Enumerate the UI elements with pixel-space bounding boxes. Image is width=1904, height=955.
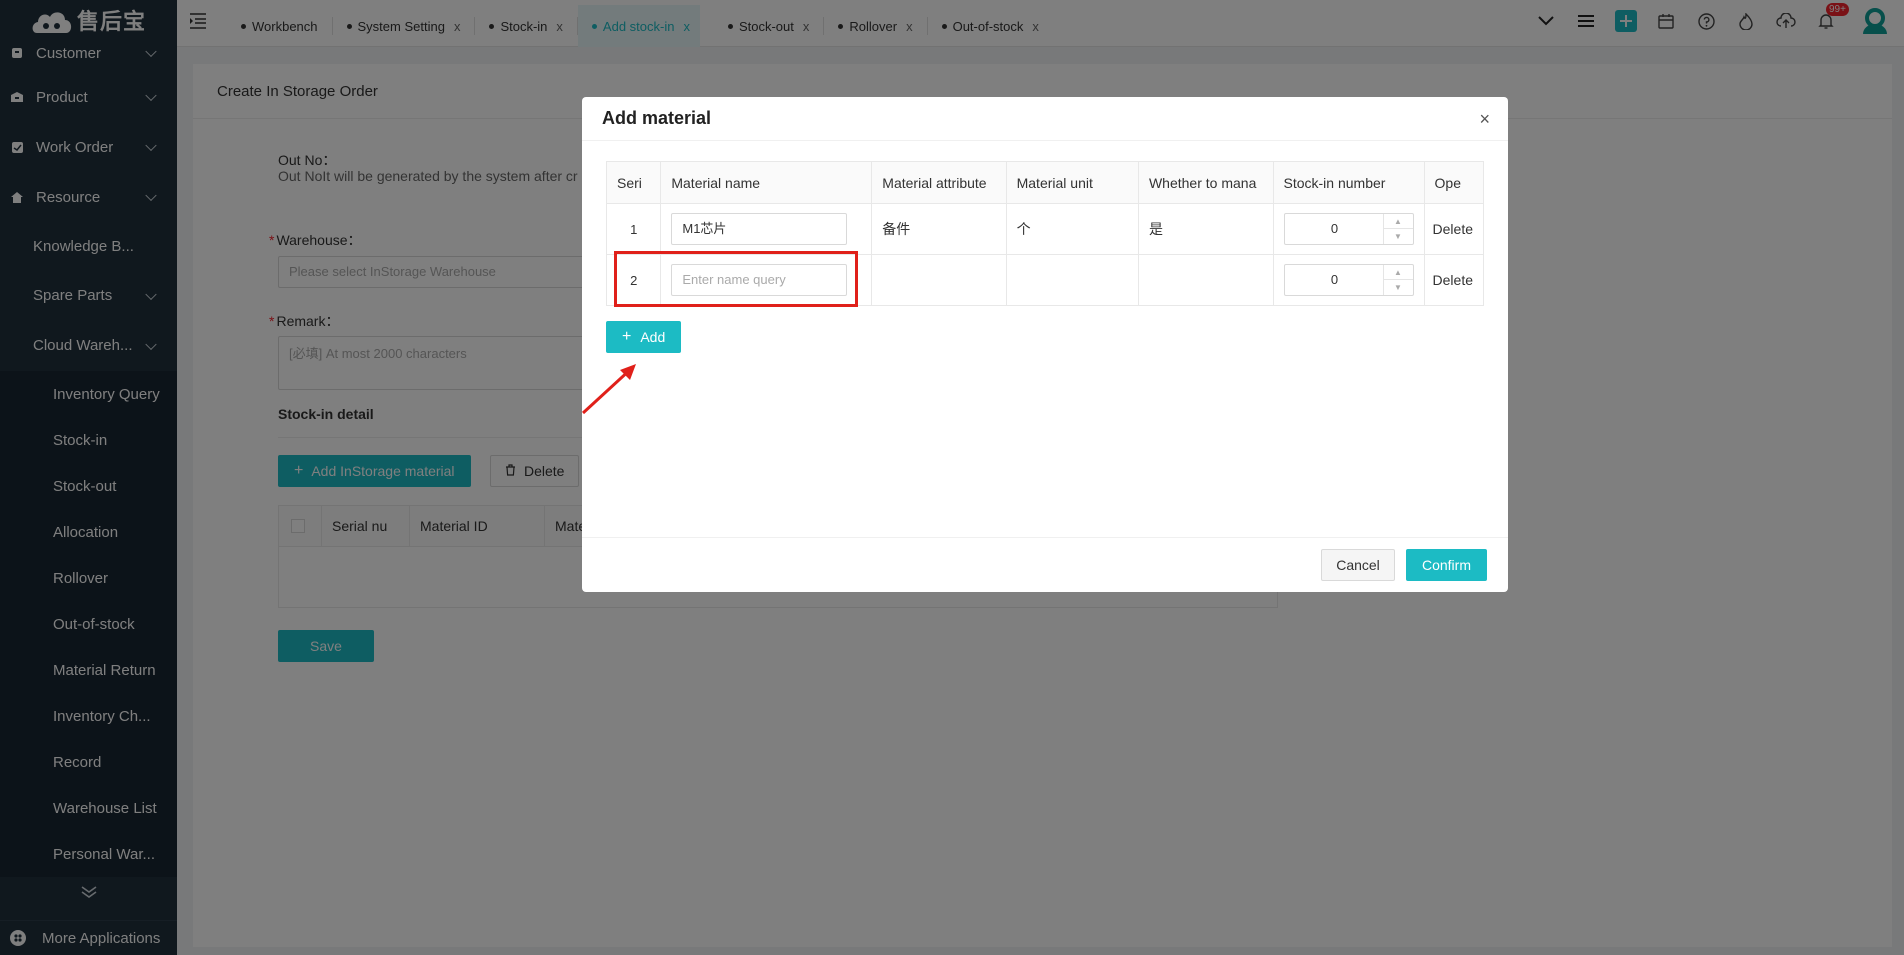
dialog-footer: Cancel Confirm — [582, 537, 1508, 592]
material-name-input[interactable]: M1芯片 — [671, 213, 848, 245]
annotation-highlight-box — [614, 251, 858, 307]
row-qty-cell: 0 ▲ ▼ — [1272, 203, 1425, 255]
row-attribute: 备件 — [871, 203, 1007, 255]
row-name-cell: M1芯片 — [660, 203, 873, 255]
row-managed — [1137, 254, 1274, 306]
row-unit: 个 — [1005, 203, 1139, 255]
chevron-up-icon[interactable]: ▲ — [1383, 214, 1413, 229]
chevron-down-icon[interactable]: ▼ — [1384, 280, 1413, 295]
col-material-unit: Material unit — [1005, 161, 1139, 204]
col-managed: Whether to mana — [1137, 161, 1274, 204]
quantity-stepper[interactable]: 0 ▲ ▼ — [1283, 264, 1414, 296]
dialog-title: Add material — [602, 108, 712, 128]
row-delete-link[interactable]: Delete — [1423, 203, 1485, 255]
stepper-arrows: ▲ ▼ — [1382, 265, 1413, 295]
annotation-arrow-icon — [581, 364, 636, 415]
table-header-row: Seri Material name Material attribute Ma… — [605, 161, 1485, 204]
add-row-button[interactable]: + Add — [606, 321, 682, 353]
stepper-arrows: ▲ ▼ — [1382, 214, 1413, 244]
quantity-stepper[interactable]: 0 ▲ ▼ — [1283, 213, 1414, 245]
confirm-label: Confirm — [1421, 557, 1471, 573]
col-material-attribute: Material attribute — [871, 161, 1007, 204]
add-material-dialog: Add material × Seri Material name Materi… — [582, 97, 1508, 592]
row-qty-cell: 0 ▲ ▼ — [1272, 254, 1425, 306]
row-managed: 是 — [1137, 203, 1274, 255]
col-stock-in-number: Stock-in number — [1272, 161, 1425, 204]
col-material-name: Material name — [660, 161, 873, 204]
row-delete-link[interactable]: Delete — [1423, 254, 1485, 306]
cancel-button[interactable]: Cancel — [1321, 549, 1395, 581]
table-row: 1 M1芯片 备件 个 是 0 ▲ ▼ Delete — [605, 203, 1485, 255]
add-row-label: Add — [640, 329, 666, 345]
dialog-header: Add material × — [582, 97, 1508, 141]
col-operation: Ope — [1423, 161, 1485, 204]
quantity-value[interactable]: 0 — [1285, 214, 1385, 244]
row-attribute — [871, 254, 1007, 306]
chevron-down-icon[interactable]: ▼ — [1384, 229, 1413, 244]
cancel-label: Cancel — [1336, 557, 1380, 573]
row-serial: 1 — [605, 203, 662, 255]
chevron-up-icon[interactable]: ▲ — [1383, 265, 1413, 280]
col-serial: Seri — [605, 161, 662, 204]
close-icon[interactable]: × — [1479, 109, 1490, 130]
quantity-value[interactable]: 0 — [1285, 265, 1385, 295]
confirm-button[interactable]: Confirm — [1406, 549, 1487, 581]
row-unit — [1005, 254, 1139, 306]
plus-icon: + — [622, 328, 632, 345]
